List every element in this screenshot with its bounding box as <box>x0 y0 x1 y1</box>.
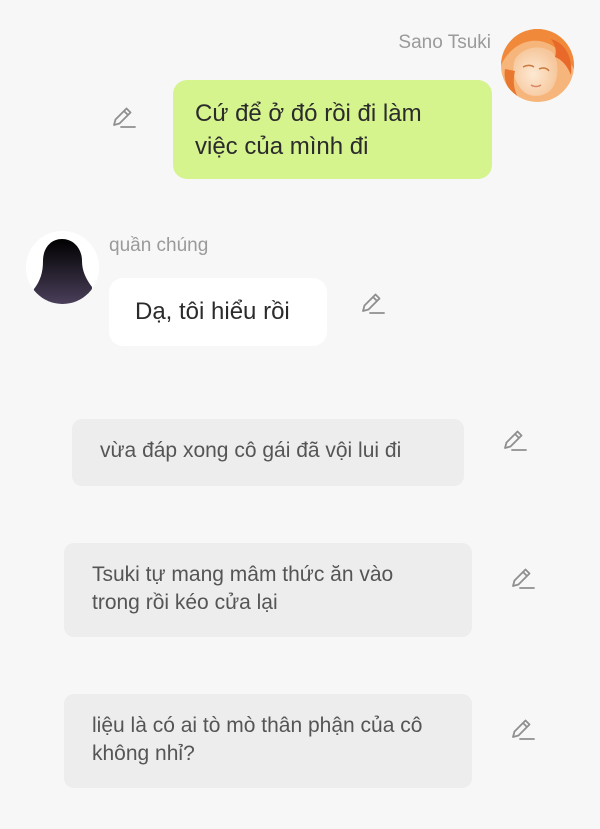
edit-narration-3-icon[interactable] <box>508 716 536 744</box>
message-text-quan-chung: Dạ, tôi hiểu rồi <box>135 298 290 325</box>
edit-message-1-icon[interactable] <box>109 104 137 132</box>
narration-bubble-3[interactable]: liệu là có ai tò mò thân phận của cô khô… <box>64 694 472 788</box>
narration-text-1: vừa đáp xong cô gái đã vội lui đi <box>100 439 402 462</box>
avatar-sano-tsuki[interactable] <box>501 29 574 102</box>
edit-narration-2-icon[interactable] <box>508 565 536 593</box>
narration-text-2: Tsuki tự mang mâm thức ăn vào trong rồi … <box>92 563 394 614</box>
message-bubble-quan-chung[interactable]: Dạ, tôi hiểu rồi <box>109 278 327 346</box>
sender-name-sano-tsuki: Sano Tsuki <box>398 32 491 53</box>
anime-character-avatar-icon <box>501 29 574 102</box>
edit-narration-1-icon[interactable] <box>500 427 528 455</box>
silhouette-avatar-icon <box>26 231 99 304</box>
message-text-sano-tsuki: Cứ để ở đó rồi đi làm việc của mình đi <box>195 100 422 160</box>
sender-name-quan-chung: quần chúng <box>109 235 209 256</box>
narration-text-3: liệu là có ai tò mò thân phận của cô khô… <box>92 714 423 765</box>
message-bubble-sano-tsuki[interactable]: Cứ để ở đó rồi đi làm việc của mình đi <box>173 80 492 179</box>
narration-bubble-1[interactable]: vừa đáp xong cô gái đã vội lui đi <box>72 419 464 486</box>
avatar-quan-chung[interactable] <box>26 231 99 304</box>
narration-bubble-2[interactable]: Tsuki tự mang mâm thức ăn vào trong rồi … <box>64 543 472 637</box>
edit-message-2-icon[interactable] <box>358 290 386 318</box>
